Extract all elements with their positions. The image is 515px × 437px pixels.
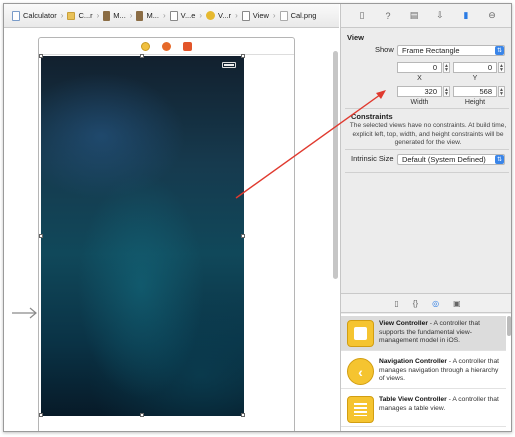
inspector-pane: ▯ ? ▤ ⇩ ▮ ⊖ View Show Frame Rectangle ⇅ … — [340, 4, 511, 431]
scene-icon — [169, 10, 178, 21]
resize-handle[interactable] — [241, 234, 245, 238]
identity-inspector-icon[interactable]: ▤ — [409, 10, 420, 21]
object-library-icon[interactable]: ◎ — [432, 299, 439, 308]
code-snippet-icon[interactable]: {} — [413, 299, 418, 308]
height-field[interactable]: 568 — [453, 86, 497, 97]
crumb-group[interactable]: C...r — [67, 11, 93, 20]
canvas-scrollbar[interactable] — [333, 51, 338, 279]
library-scrollbar[interactable] — [507, 316, 511, 336]
library-item-text: Table View Controller - A controller tha… — [379, 396, 499, 412]
jump-bar: Calculator › C...r › M... › M... › V...e… — [4, 4, 339, 28]
image-file-icon — [279, 10, 288, 21]
storyboard-icon — [136, 10, 144, 21]
height-stepper[interactable]: ▲ ▼ — [498, 86, 505, 97]
intrinsic-size-label: Intrinsic Size — [351, 154, 394, 163]
storyboard-canvas[interactable] — [4, 29, 339, 431]
chevron-right-icon: › — [235, 11, 238, 20]
attributes-inspector-icon[interactable]: ⇩ — [435, 10, 446, 21]
chevron-right-icon: › — [199, 11, 203, 20]
crumb-scene[interactable]: V...e — [169, 10, 195, 21]
y-caption: Y — [472, 75, 478, 82]
folder-icon — [67, 11, 76, 20]
x-stepper[interactable]: ▲ ▼ — [443, 62, 450, 73]
storyboard-icon — [103, 10, 111, 21]
media-library-icon[interactable]: ▣ — [453, 299, 461, 308]
chevron-right-icon: › — [96, 11, 100, 20]
initial-scene-arrow-icon — [12, 307, 37, 319]
chevron-right-icon: › — [272, 11, 276, 20]
library-item-text: Navigation Controller - A controller tha… — [379, 358, 500, 382]
object-library-list: View Controller - A controller that supp… — [341, 314, 511, 431]
chevron-right-icon: › — [162, 11, 166, 20]
chevron-right-icon: › — [129, 11, 133, 20]
file-inspector-icon[interactable]: ▯ — [357, 10, 368, 21]
width-caption: Width — [410, 99, 429, 106]
crumb-image[interactable]: Cal.png — [279, 10, 316, 21]
resize-handle[interactable] — [241, 54, 245, 58]
inspector-tabs: ▯ ? ▤ ⇩ ▮ ⊖ — [341, 4, 511, 28]
library-item-table-view-controller[interactable]: Table View Controller - A controller tha… — [341, 392, 506, 427]
y-field[interactable]: 0 — [453, 62, 497, 73]
quick-help-icon[interactable]: ? — [383, 10, 394, 21]
view-controller-icon[interactable] — [141, 41, 150, 51]
section-divider — [345, 172, 509, 173]
resize-handle[interactable] — [39, 234, 43, 238]
resize-handle[interactable] — [39, 54, 43, 58]
library-tabs: ▯ {} ◎ ▣ — [341, 293, 511, 313]
show-label: Show — [375, 45, 394, 54]
project-file-icon — [12, 10, 20, 21]
library-item-navigation-controller[interactable]: ‹ Navigation Controller - A controller t… — [341, 354, 506, 389]
resize-handle[interactable] — [39, 413, 43, 417]
library-item-text: View Controller - A controller that supp… — [379, 320, 480, 344]
crumb-calculator[interactable]: Calculator — [12, 10, 57, 21]
section-divider — [345, 149, 509, 150]
size-inspector-icon[interactable]: ▮ — [461, 10, 472, 21]
show-select[interactable]: Frame Rectangle ⇅ — [397, 45, 505, 56]
resize-handle[interactable] — [140, 54, 144, 58]
exit-icon[interactable] — [183, 41, 192, 51]
table-view-controller-icon — [347, 396, 374, 423]
navigation-controller-icon: ‹ — [347, 358, 374, 385]
battery-icon — [222, 62, 236, 68]
x-caption: X — [417, 75, 422, 82]
crumb-view-controller[interactable]: V...r — [206, 11, 231, 20]
resize-handle[interactable] — [140, 413, 144, 417]
view-section-title: View — [347, 33, 364, 42]
crumb-storyboard-base[interactable]: M... — [136, 10, 159, 21]
width-field[interactable]: 320 — [397, 86, 442, 97]
constraints-title: Constraints — [351, 112, 393, 121]
view-controller-icon — [347, 320, 374, 347]
section-divider — [345, 108, 509, 109]
connections-inspector-icon[interactable]: ⊖ — [487, 10, 498, 21]
library-item-view-controller[interactable]: View Controller - A controller that supp… — [341, 316, 506, 351]
y-stepper[interactable]: ▲ ▼ — [498, 62, 505, 73]
chevron-updown-icon: ⇅ — [495, 46, 504, 55]
xcode-window: Calculator › C...r › M... › M... › V...e… — [3, 3, 512, 432]
crumb-view[interactable]: View — [241, 10, 269, 21]
height-caption: Height — [464, 99, 486, 106]
background-image-view[interactable] — [41, 56, 244, 416]
view-icon — [241, 10, 250, 21]
chevron-right-icon: › — [60, 11, 64, 20]
width-stepper[interactable]: ▲ ▼ — [443, 86, 450, 97]
chevron-updown-icon: ⇅ — [495, 155, 504, 164]
crumb-storyboard[interactable]: M... — [103, 10, 126, 21]
scene-dock — [39, 38, 294, 55]
first-responder-icon[interactable] — [162, 41, 171, 51]
resize-handle[interactable] — [241, 413, 245, 417]
constraints-description: The selected views have no constraints. … — [349, 122, 507, 146]
file-template-icon[interactable]: ▯ — [394, 299, 398, 308]
x-field[interactable]: 0 — [397, 62, 442, 73]
intrinsic-size-select[interactable]: Default (System Defined) ⇅ — [397, 154, 505, 165]
view-controller-icon — [206, 11, 216, 20]
